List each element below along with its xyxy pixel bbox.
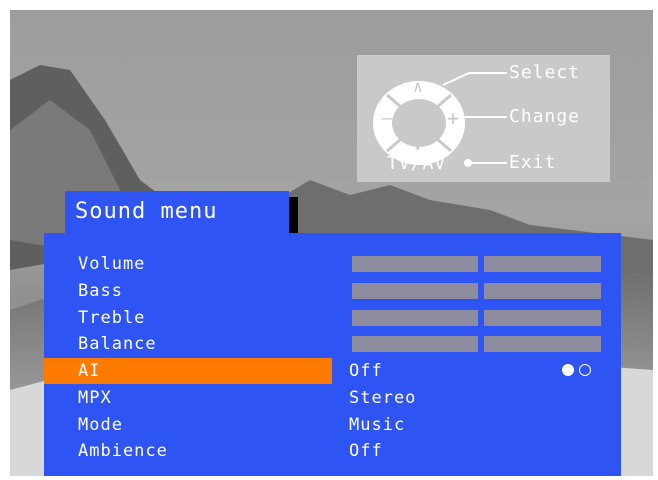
plus-icon: +: [447, 106, 461, 130]
minus-icon: –: [381, 108, 393, 129]
treble-bar-right[interactable]: [484, 310, 601, 326]
menu-item-label: Ambience: [78, 441, 168, 461]
menu-item-bass[interactable]: Bass: [44, 278, 621, 304]
balance-bar-right[interactable]: [484, 336, 601, 352]
down-arrow-icon: ∨: [413, 135, 424, 154]
mode-value[interactable]: Music: [349, 412, 405, 438]
mpx-value[interactable]: Stereo: [349, 385, 416, 411]
menu-title: Sound menu: [65, 191, 289, 233]
balance-bar-left[interactable]: [352, 336, 478, 352]
change-hint: Change: [509, 106, 581, 127]
ambience-value[interactable]: Off: [349, 438, 383, 464]
empty-dot-icon: [579, 364, 591, 376]
ai-value[interactable]: Off: [349, 358, 383, 384]
menu-item-label: Bass: [78, 281, 123, 301]
ai-toggle-indicator[interactable]: [562, 361, 596, 380]
menu-item-volume[interactable]: Volume: [44, 251, 621, 277]
exit-hint: Exit: [509, 152, 557, 173]
remote-hint-panel: ∧ ∨ – + Select Change Exit TV/AV: [357, 55, 610, 182]
menu-item-balance[interactable]: Balance: [44, 331, 621, 357]
menu-item-label: Volume: [78, 254, 146, 274]
menu-item-treble[interactable]: Treble: [44, 305, 621, 331]
bass-bar-left[interactable]: [352, 283, 478, 299]
tvav-label: TV/AV: [387, 153, 447, 174]
select-hint: Select: [509, 62, 581, 83]
menu-item-label: Balance: [78, 334, 157, 354]
menu-item-mode[interactable]: Mode Music: [44, 410, 621, 436]
menu-item-ai[interactable]: AI Off: [44, 356, 621, 384]
menu-item-ambience[interactable]: Ambience Off: [44, 436, 621, 462]
volume-bar-right[interactable]: [484, 256, 601, 272]
treble-bar-left[interactable]: [352, 310, 478, 326]
menu-item-label: Mode: [78, 415, 123, 435]
menu-item-label: AI: [78, 361, 101, 381]
menu-item-mpx[interactable]: MPX Stereo: [44, 383, 621, 409]
filled-dot-icon: [562, 364, 574, 376]
menu-item-label: MPX: [78, 388, 112, 408]
up-arrow-icon: ∧: [413, 77, 424, 96]
bass-bar-right[interactable]: [484, 283, 601, 299]
volume-bar-left[interactable]: [352, 256, 478, 272]
menu-item-label: Treble: [78, 308, 146, 328]
